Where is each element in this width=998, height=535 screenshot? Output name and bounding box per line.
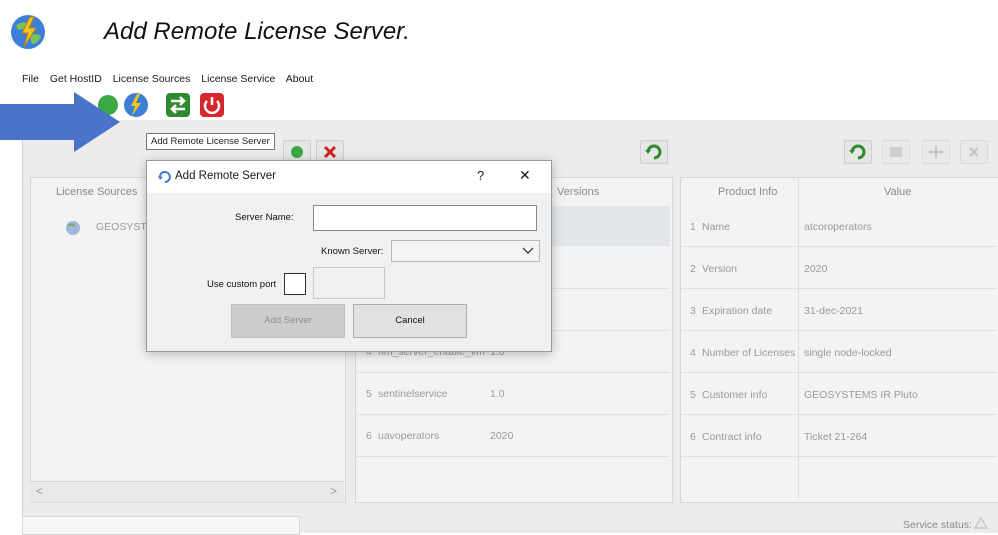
row-divider bbox=[681, 246, 997, 247]
move-arrows-icon bbox=[929, 146, 943, 158]
refresh-product-button[interactable] bbox=[844, 140, 872, 164]
add-server-icon bbox=[158, 171, 171, 183]
refresh-icon bbox=[849, 144, 866, 160]
info-key: Number of Licenses bbox=[702, 347, 796, 359]
service-status-label: Service status: bbox=[903, 519, 972, 531]
dialog-title-bar: Add Remote Server ? ✕ bbox=[147, 161, 551, 193]
info-row-number: 2 bbox=[690, 263, 696, 275]
info-value: 31-dec-2021 bbox=[804, 305, 863, 317]
row-divider bbox=[681, 414, 997, 415]
dialog-title: Add Remote Server bbox=[175, 170, 276, 182]
info-key: Expiration date bbox=[702, 305, 773, 317]
service-status-icon bbox=[973, 516, 989, 529]
row-divider bbox=[681, 456, 997, 457]
add-remote-server-button-icon[interactable] bbox=[122, 91, 150, 119]
chevron-down-icon bbox=[522, 247, 534, 254]
feature-row-name[interactable]: sentinelservice bbox=[378, 388, 447, 400]
refresh-features-button[interactable] bbox=[640, 140, 668, 164]
menu-file[interactable]: File bbox=[22, 73, 39, 85]
info-value: atcoroperators bbox=[804, 221, 872, 233]
info-row-number: 5 bbox=[690, 389, 696, 401]
known-server-label: Known Server: bbox=[321, 246, 384, 257]
close-dialog-button[interactable]: ✕ bbox=[519, 167, 531, 184]
help-button[interactable]: ? bbox=[477, 168, 484, 183]
info-row-number: 3 bbox=[690, 305, 696, 317]
info-row-number: 1 bbox=[690, 221, 696, 233]
close-icon bbox=[969, 147, 979, 157]
info-key: Version bbox=[702, 263, 738, 275]
server-name-input[interactable] bbox=[313, 205, 537, 231]
info-row-number: 6 bbox=[690, 431, 696, 443]
custom-port-label: Use custom port bbox=[207, 279, 277, 290]
add-server-button[interactable]: Add Server bbox=[231, 304, 345, 338]
add-remote-server-dialog: Add Remote Server ? ✕ Server Name: Known… bbox=[146, 160, 552, 352]
menu-license-service[interactable]: License Service bbox=[201, 73, 275, 85]
export-button[interactable] bbox=[882, 140, 910, 164]
info-key: Customer info bbox=[702, 389, 768, 401]
menu-license-sources[interactable]: License Sources bbox=[113, 73, 191, 85]
menu-get-hostid[interactable]: Get HostID bbox=[50, 73, 102, 85]
remote-server-globe-icon bbox=[11, 15, 45, 49]
info-row-number: 4 bbox=[690, 347, 696, 359]
license-sources-header: License Sources bbox=[56, 186, 138, 198]
tooltip: Add Remote License Server bbox=[146, 133, 275, 150]
info-value: 2020 bbox=[804, 263, 828, 275]
info-key: Contract info bbox=[702, 431, 762, 443]
refresh-icon bbox=[645, 144, 662, 160]
row-divider bbox=[356, 414, 670, 415]
horizontal-scrollbar[interactable]: < > bbox=[30, 481, 344, 502]
known-server-dropdown[interactable] bbox=[391, 240, 540, 262]
power-icon[interactable] bbox=[198, 91, 226, 119]
globe-icon bbox=[66, 221, 80, 235]
row-divider bbox=[681, 288, 997, 289]
menu-about[interactable]: About bbox=[286, 73, 313, 85]
column-divider bbox=[798, 178, 799, 500]
export-icon bbox=[890, 147, 902, 157]
caption-title: Add Remote License Server. bbox=[104, 18, 410, 45]
custom-port-checkbox[interactable] bbox=[284, 273, 306, 295]
scroll-right-icon[interactable]: > bbox=[330, 484, 337, 498]
feature-row-number: 6 bbox=[366, 430, 372, 442]
status-field bbox=[22, 516, 300, 535]
row-divider bbox=[356, 372, 670, 373]
close-button[interactable] bbox=[960, 140, 988, 164]
feature-row-number: 5 bbox=[366, 388, 372, 400]
feature-row-version: 1.0 bbox=[490, 388, 505, 400]
row-divider bbox=[681, 330, 997, 331]
feature-row-name[interactable]: uavoperators bbox=[378, 430, 439, 442]
switch-arrows-icon[interactable] bbox=[164, 91, 192, 119]
custom-port-input[interactable] bbox=[313, 267, 385, 299]
cancel-button[interactable]: Cancel bbox=[353, 304, 467, 338]
row-divider bbox=[681, 372, 997, 373]
versions-header: Versions bbox=[557, 186, 600, 198]
menu-bar: File Get HostID License Sources License … bbox=[22, 73, 321, 85]
pointer-arrow-graphic bbox=[0, 92, 120, 152]
info-value: single node-locked bbox=[804, 347, 892, 359]
feature-row-version: 2020 bbox=[490, 430, 514, 442]
info-value: GEOSYSTEMS IR Pluto bbox=[804, 389, 918, 401]
product-info-header: Product Info bbox=[718, 186, 778, 198]
server-name-label: Server Name: bbox=[235, 212, 294, 223]
move-button[interactable] bbox=[922, 140, 950, 164]
scroll-left-icon[interactable]: < bbox=[36, 484, 43, 498]
info-value: Ticket 21-264 bbox=[804, 431, 868, 443]
row-divider bbox=[356, 456, 670, 457]
value-header: Value bbox=[884, 186, 912, 198]
info-key: Name bbox=[702, 221, 731, 233]
